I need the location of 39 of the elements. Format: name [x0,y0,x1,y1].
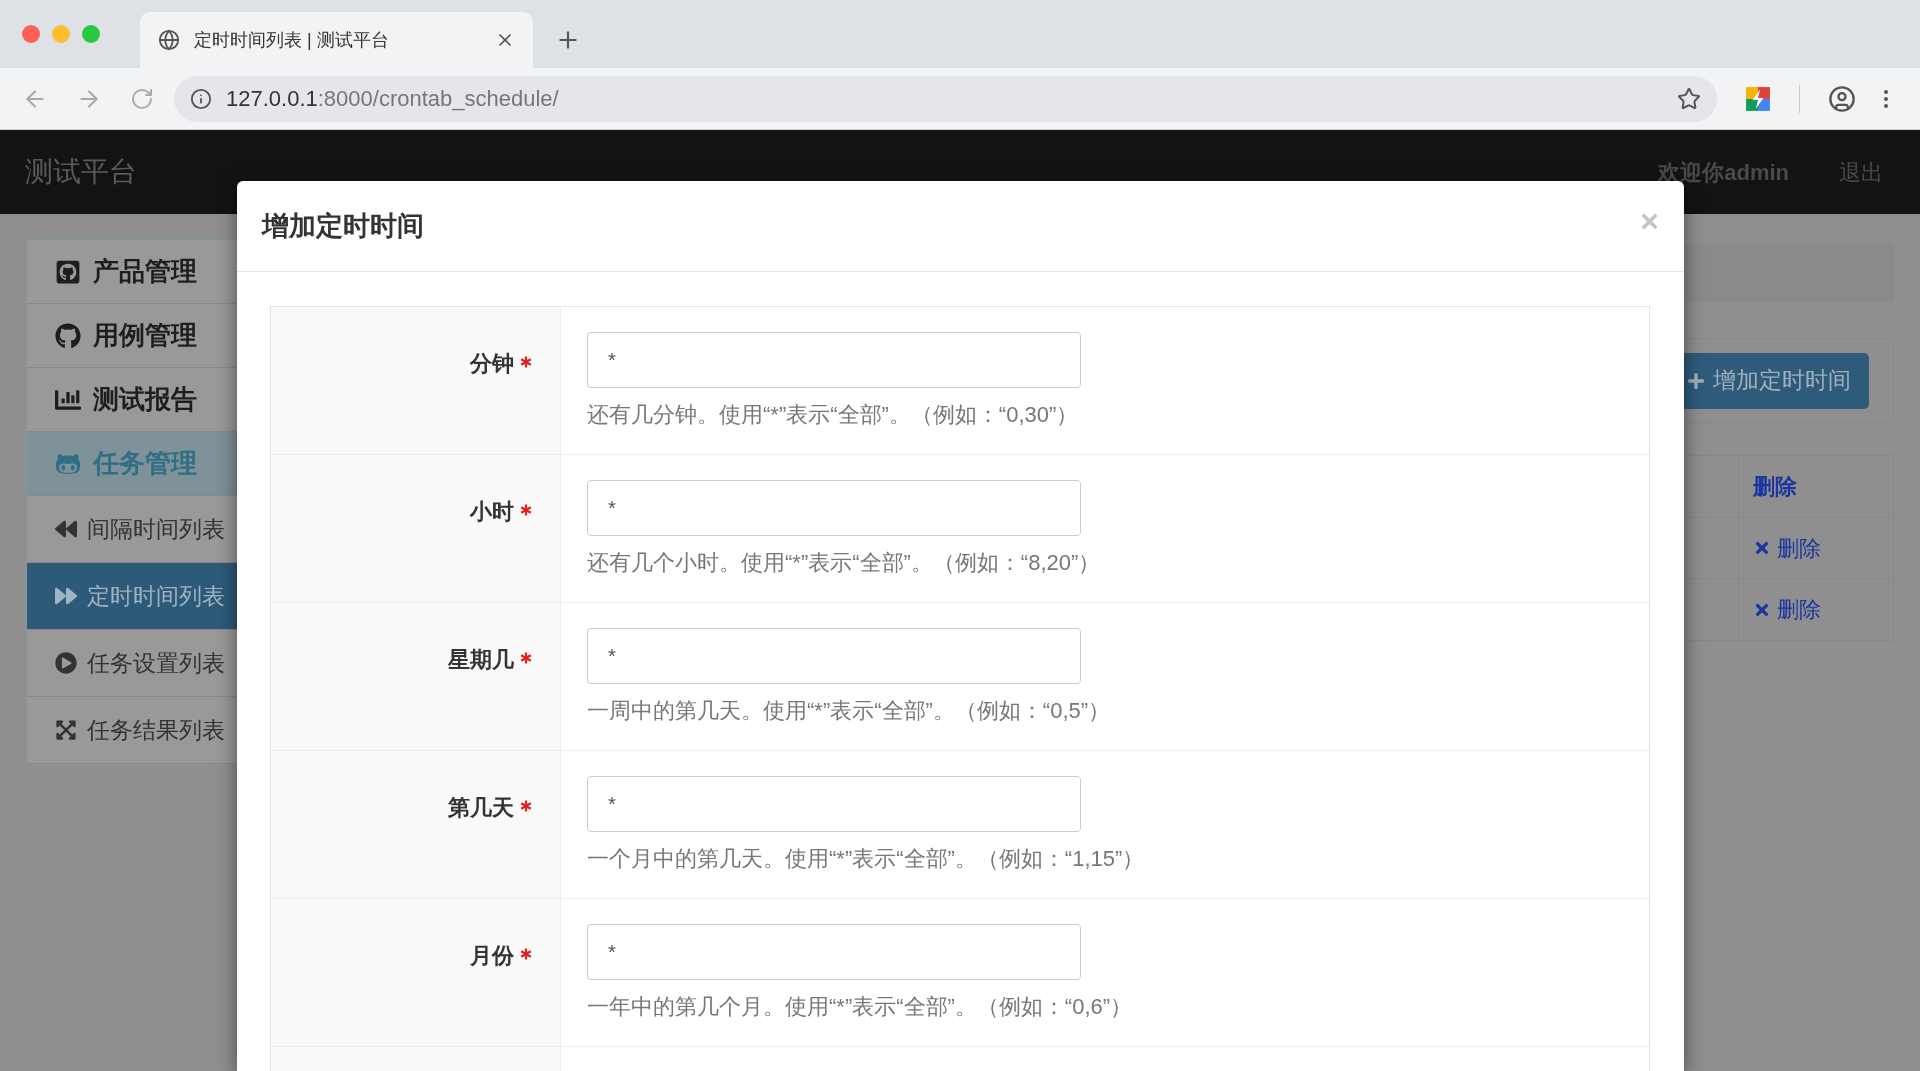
help-text: 还有几个小时。使用“*”表示“全部”。（例如：“8,20”） [587,549,1101,577]
column-header: 删除 [1753,473,1797,501]
delete-x-icon [1753,539,1771,557]
required-asterisk-icon [520,948,532,960]
tab-title: 定时时间列表 | 测试平台 [194,28,390,52]
delete-link[interactable]: 删除 [1753,593,1821,626]
help-text: 一周中的第几天。使用“*”表示“全部”。（例如：“0,5”） [587,697,1111,725]
input-field[interactable]: * [587,332,1081,388]
url-text: 127.0.0.1:8000/crontab_schedule/ [226,85,559,113]
input-field[interactable]: * [587,628,1081,684]
globe-icon [158,29,180,51]
fast-forward-icon [55,585,77,607]
plus-icon [1687,371,1705,390]
required-asterisk-icon [520,800,532,812]
required-asterisk-icon [520,504,532,516]
field-label: 星期几 [448,646,514,673]
input-field[interactable]: * [587,924,1081,980]
input-field[interactable]: * [587,776,1081,832]
modal-title: 增加定时时间 [262,209,425,243]
rewind-icon [55,518,77,540]
field-label: 第几天 [448,794,514,821]
browser-tab[interactable]: 定时时间列表 | 测试平台 [140,12,533,68]
field-label: 小时 [470,498,514,525]
github-icon [55,322,81,349]
help-text: 一年中的第几个月。使用“*”表示“全部”。（例如：“0,6”） [587,993,1133,1021]
profile-icon[interactable] [1828,84,1856,113]
required-asterisk-icon [520,652,532,664]
help-text: 还有几分钟。使用“*”表示“全部”。（例如：“0,30”） [587,401,1080,429]
bookmark-star-icon[interactable] [1677,86,1701,111]
help-text: 一个月中的第几天。使用“*”表示“全部”。（例如：“1,15”） [587,845,1145,873]
required-asterisk-icon [520,356,532,368]
extension-icon[interactable] [1745,85,1771,112]
field-label: 月份 [470,942,514,969]
field-label: 分钟 [470,350,514,377]
info-icon [190,87,212,110]
input-field[interactable]: * [587,480,1081,536]
delete-link[interactable]: 删除 [1753,531,1821,565]
expand-arrows-icon [55,719,77,741]
address-field[interactable]: 127.0.0.1:8000/crontab_schedule/ [174,75,1717,122]
